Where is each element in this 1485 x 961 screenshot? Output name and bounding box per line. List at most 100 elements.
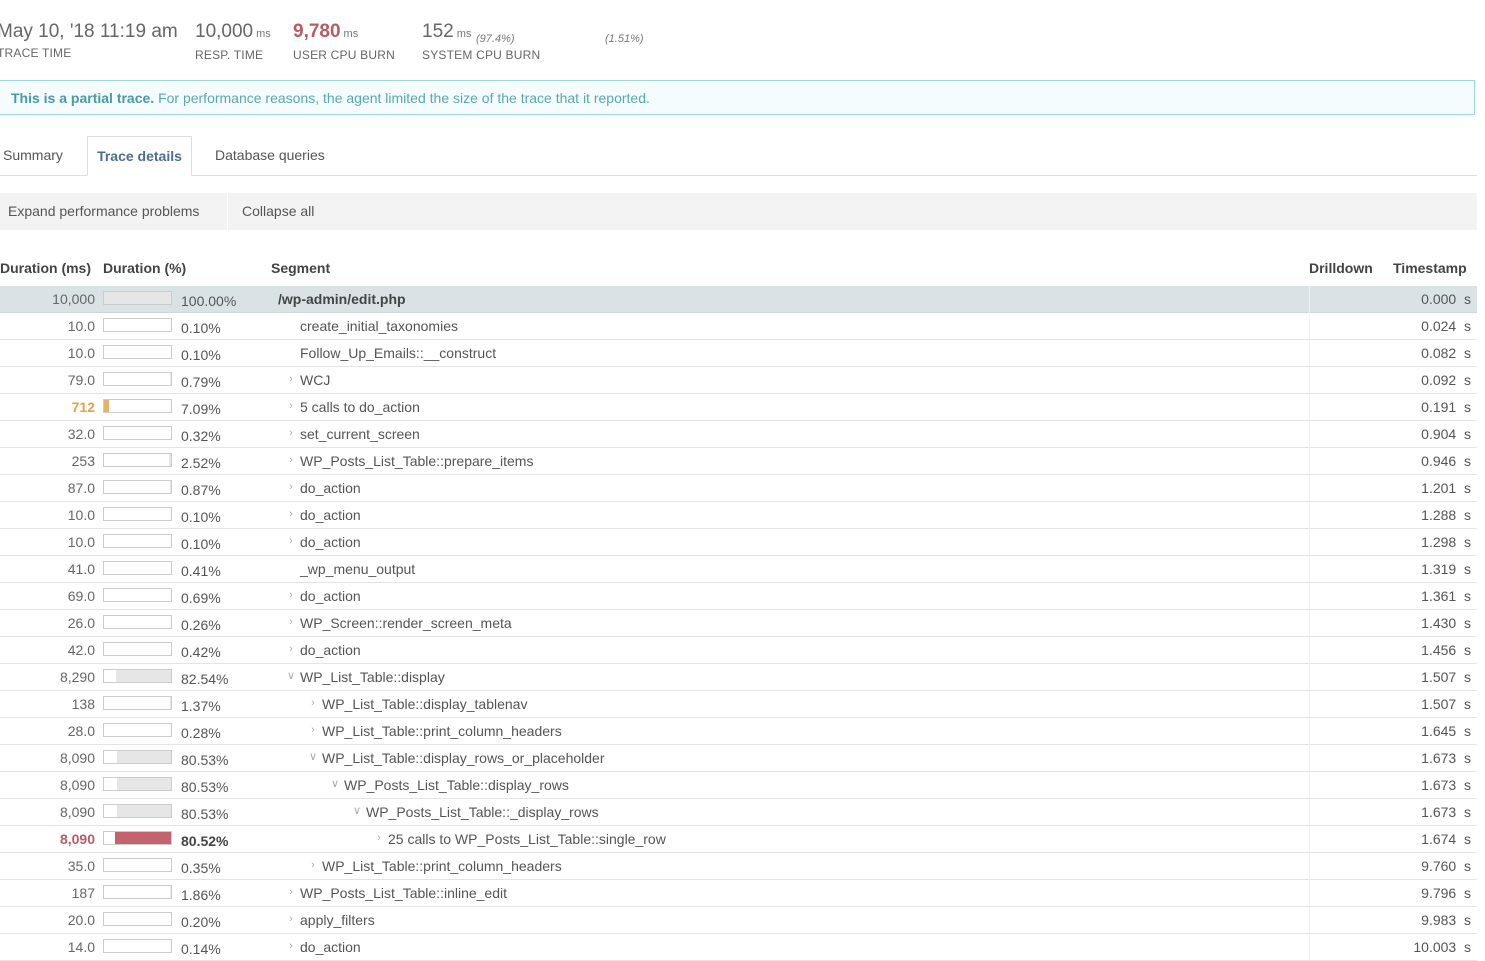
trace-row[interactable]: 8,29082.54%∨WP_List_Table::display1.507 … (0, 664, 1477, 691)
trace-row[interactable]: 1381.37%›WP_List_Table::display_tablenav… (0, 691, 1477, 718)
trace-row[interactable]: 79.00.79%›WCJ0.092 s (0, 367, 1477, 394)
trace-row[interactable]: 42.00.42%›do_action1.456 s (0, 637, 1477, 664)
segment-name[interactable]: do_action (300, 939, 361, 955)
trace-row[interactable]: 35.00.35%›WP_List_Table::print_column_he… (0, 853, 1477, 880)
collapse-all-button[interactable]: Collapse all (242, 193, 314, 230)
segment-name[interactable]: do_action (300, 480, 361, 496)
header-duration-pct[interactable]: Duration (%) (103, 260, 186, 276)
trace-row[interactable]: 2532.52%›WP_Posts_List_Table::prepare_it… (0, 448, 1477, 475)
chevron-right-icon[interactable]: › (308, 858, 318, 872)
trace-row[interactable]: 8,09080.52%›25 calls to WP_Posts_List_Ta… (0, 826, 1477, 853)
trace-row[interactable]: 10.00.10%›do_action1.288 s (0, 502, 1477, 529)
chevron-down-icon[interactable]: ∨ (352, 804, 362, 818)
segment-name[interactable]: 5 calls to do_action (300, 399, 420, 415)
trace-row[interactable]: 10.00.10%Follow_Up_Emails::__construct0.… (0, 340, 1477, 367)
tab-trace-details[interactable]: Trace details (87, 136, 192, 176)
chevron-right-icon[interactable]: › (286, 399, 296, 413)
segment-name[interactable]: WP_Posts_List_Table::_display_rows (366, 804, 599, 820)
segment-name[interactable]: _wp_menu_output (300, 561, 415, 577)
chevron-right-icon[interactable]: › (286, 615, 296, 629)
trace-row[interactable]: 1871.86%›WP_Posts_List_Table::inline_edi… (0, 880, 1477, 907)
segment-name[interactable]: WCJ (300, 372, 330, 388)
segment-name[interactable]: do_action (300, 642, 361, 658)
trace-row[interactable]: 10.00.10%create_initial_taxonomies0.024 … (0, 313, 1477, 340)
duration-pct-cell: 0.41% (181, 563, 221, 579)
chevron-right-icon[interactable]: › (286, 372, 296, 386)
chevron-right-icon[interactable]: › (286, 588, 296, 602)
segment-name[interactable]: create_initial_taxonomies (300, 318, 458, 334)
trace-row[interactable]: 10.00.10%›do_action1.298 s (0, 529, 1477, 556)
duration-ms-cell: 35.0 (0, 858, 95, 874)
tab-summary[interactable]: Summary (3, 136, 63, 174)
duration-bar-fill (117, 778, 171, 790)
chevron-down-icon[interactable]: ∨ (330, 777, 340, 791)
duration-bar (103, 345, 172, 359)
trace-row[interactable]: 8,09080.53%∨WP_Posts_List_Table::_displa… (0, 799, 1477, 826)
segment-name[interactable]: WP_Screen::render_screen_meta (300, 615, 512, 631)
segment-name[interactable]: /wp-admin/edit.php (278, 291, 406, 307)
duration-ms-cell: 20.0 (0, 912, 95, 928)
trace-row[interactable]: 41.00.41%_wp_menu_output1.319 s (0, 556, 1477, 583)
trace-row[interactable]: 28.00.28%›WP_List_Table::print_column_he… (0, 718, 1477, 745)
tab-database-queries[interactable]: Database queries (215, 136, 325, 174)
timestamp-cell: 0.092 s (1421, 372, 1471, 388)
trace-row[interactable]: 32.00.32%›set_current_screen0.904 s (0, 421, 1477, 448)
trace-tabs: Summary Trace details Database queries (0, 136, 1477, 176)
duration-pct-cell: 0.10% (181, 536, 221, 552)
segment-name[interactable]: WP_List_Table::display_tablenav (322, 696, 527, 712)
chevron-right-icon[interactable]: › (286, 507, 296, 521)
segment-name[interactable]: WP_List_Table::display (300, 669, 445, 685)
segment-name[interactable]: do_action (300, 588, 361, 604)
segment-name[interactable]: set_current_screen (300, 426, 420, 442)
segment-name[interactable]: do_action (300, 534, 361, 550)
duration-pct-cell: 0.28% (181, 725, 221, 741)
segment-name[interactable]: 25 calls to WP_Posts_List_Table::single_… (388, 831, 666, 847)
chevron-right-icon[interactable]: › (286, 480, 296, 494)
duration-bar (103, 669, 172, 683)
chevron-down-icon[interactable]: ∨ (286, 669, 296, 683)
trace-row[interactable]: 26.00.26%›WP_Screen::render_screen_meta1… (0, 610, 1477, 637)
expand-performance-problems-button[interactable]: Expand performance problems (8, 193, 199, 230)
duration-ms-cell: 8,090 (0, 804, 95, 820)
header-duration-ms[interactable]: Duration (ms) (0, 260, 91, 276)
segment-name[interactable]: apply_filters (300, 912, 375, 928)
header-segment[interactable]: Segment (271, 260, 330, 276)
segment-name[interactable]: WP_Posts_List_Table::prepare_items (300, 453, 533, 469)
trace-row[interactable]: 8,09080.53%∨WP_List_Table::display_rows_… (0, 745, 1477, 772)
trace-row[interactable]: 20.00.20%›apply_filters9.983 s (0, 907, 1477, 934)
segment-name[interactable]: WP_List_Table::print_column_headers (322, 858, 562, 874)
system-cpu-unit: ms (457, 28, 472, 40)
segment-name[interactable]: WP_Posts_List_Table::display_rows (344, 777, 569, 793)
segment-name[interactable]: WP_List_Table::print_column_headers (322, 723, 562, 739)
trace-row[interactable]: 10,000100.00%/wp-admin/edit.php0.000 s (0, 286, 1477, 313)
duration-pct-cell: 2.52% (181, 455, 221, 471)
chevron-right-icon[interactable]: › (286, 426, 296, 440)
chevron-right-icon[interactable]: › (308, 696, 318, 710)
duration-pct-cell: 0.10% (181, 509, 221, 525)
duration-pct-cell: 80.53% (181, 752, 228, 768)
timestamp-cell: 1.507 s (1421, 669, 1471, 685)
timestamp-cell: 1.361 s (1421, 588, 1471, 604)
chevron-down-icon[interactable]: ∨ (308, 750, 318, 764)
chevron-right-icon[interactable]: › (308, 723, 318, 737)
chevron-right-icon[interactable]: › (374, 831, 384, 845)
header-timestamp[interactable]: Timestamp (1393, 260, 1467, 276)
trace-row[interactable]: 8,09080.53%∨WP_Posts_List_Table::display… (0, 772, 1477, 799)
chevron-right-icon[interactable]: › (286, 453, 296, 467)
chevron-right-icon[interactable]: › (286, 885, 296, 899)
segment-name[interactable]: Follow_Up_Emails::__construct (300, 345, 496, 361)
trace-row[interactable]: 7127.09%›5 calls to do_action0.191 s (0, 394, 1477, 421)
trace-row[interactable]: 87.00.87%›do_action1.201 s (0, 475, 1477, 502)
segment-name[interactable]: do_action (300, 507, 361, 523)
chevron-right-icon[interactable]: › (286, 939, 296, 953)
chevron-right-icon[interactable]: › (286, 912, 296, 926)
chevron-right-icon[interactable]: › (286, 534, 296, 548)
timestamp-cell: 1.674 s (1421, 831, 1471, 847)
segment-name[interactable]: WP_Posts_List_Table::inline_edit (300, 885, 507, 901)
drilldown-cell (1309, 367, 1310, 394)
trace-row[interactable]: 69.00.69%›do_action1.361 s (0, 583, 1477, 610)
chevron-right-icon[interactable]: › (286, 642, 296, 656)
system-cpu-value: 152 (422, 21, 454, 42)
duration-pct-cell: 0.14% (181, 941, 221, 957)
segment-name[interactable]: WP_List_Table::display_rows_or_placehold… (322, 750, 605, 766)
